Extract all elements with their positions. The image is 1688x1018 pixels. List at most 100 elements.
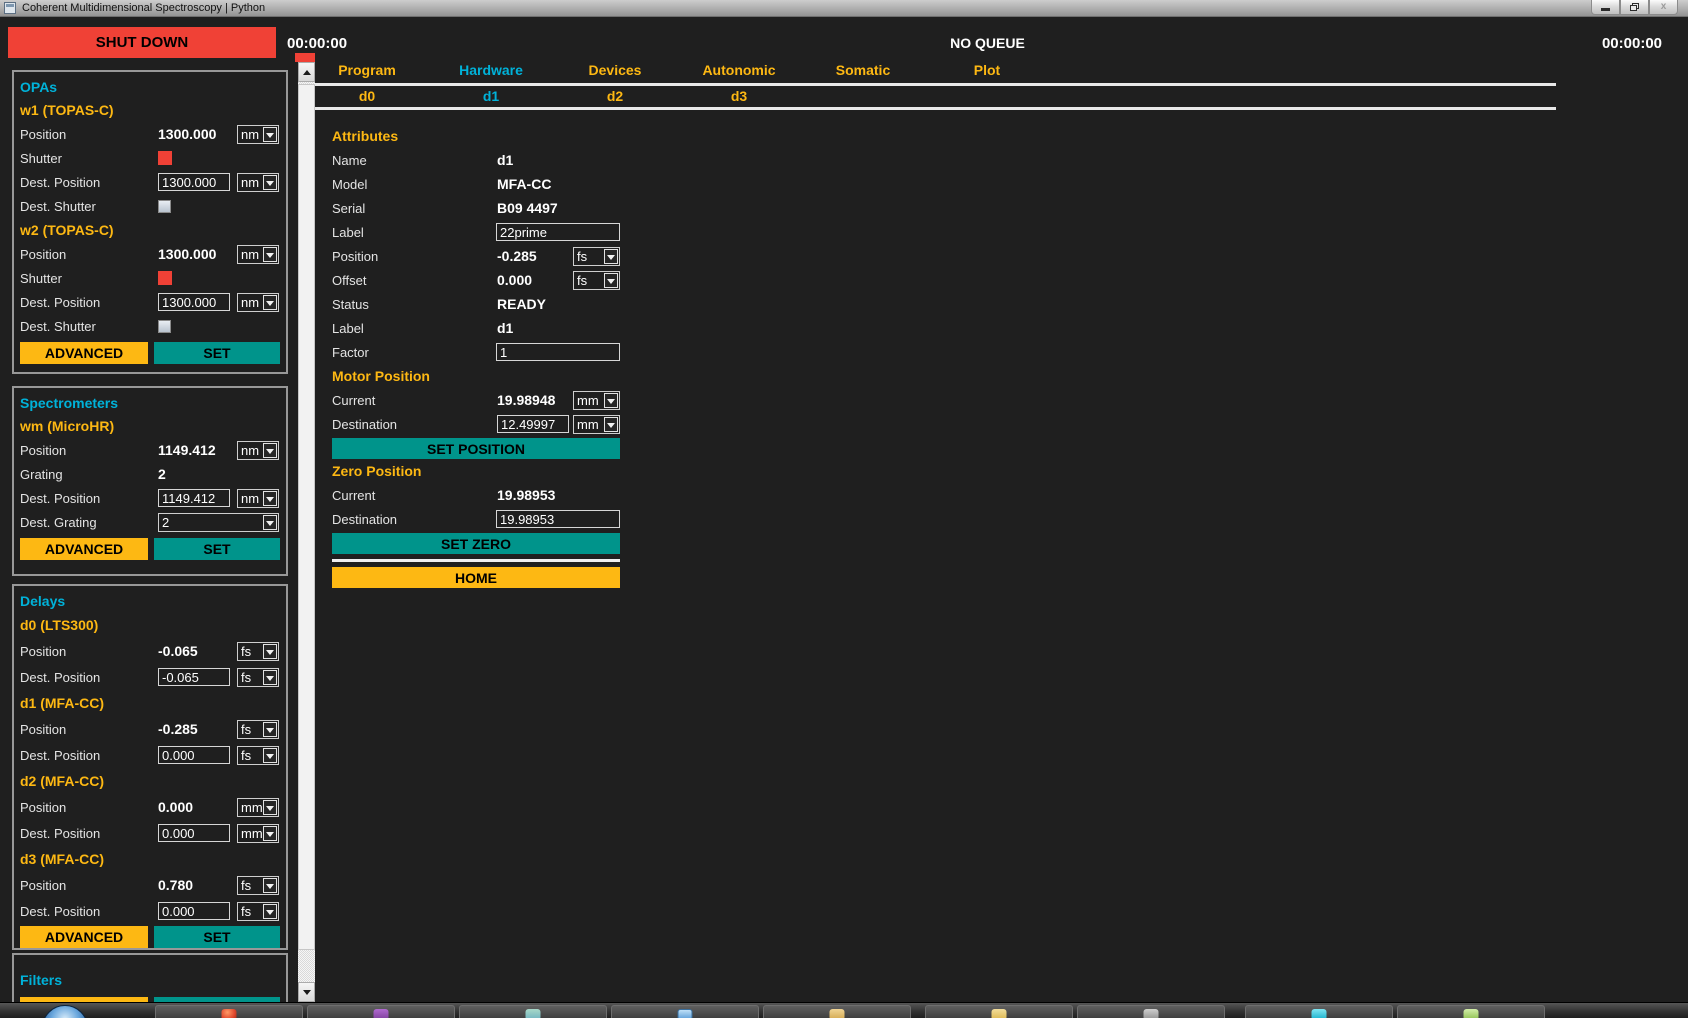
minimize-button[interactable] [1591,0,1620,15]
chevron-down-icon [263,295,277,310]
chevron-down-icon [263,443,277,458]
arrow-up-icon [303,70,311,75]
wm-dest-position-row: Dest. Position nm [20,486,280,510]
tab-d2[interactable]: d2 [553,88,677,107]
taskbar-app-gray[interactable] [1077,1005,1225,1018]
taskbar-app-green[interactable] [1397,1005,1545,1018]
d3-unit-dropdown[interactable]: fs [237,876,279,895]
taskbar-app-yellow[interactable] [925,1005,1073,1018]
tab-hardware[interactable]: Hardware [429,62,553,81]
taskbar-app-cyan[interactable] [1245,1005,1393,1018]
wm-dest-position-input[interactable] [158,489,230,507]
d0-position-row: Position -0.065 fs [20,638,280,664]
w2-dest-position-input[interactable] [158,293,230,311]
d3-dest-unit-dropdown[interactable]: fs [237,902,279,921]
w2-unit-dropdown[interactable]: nm [237,245,279,264]
window-titlebar[interactable]: Coherent Multidimensional Spectroscopy |… [0,0,1688,17]
motor-current-row: Current 19.98948 mm [332,388,620,412]
d3-dest-position-input[interactable] [158,902,230,920]
position-unit-dropdown[interactable]: fs [573,247,620,266]
d0-dest-position-input[interactable] [158,668,230,686]
spectrometers-panel: Spectrometers wm (MicroHR) Position 1149… [12,386,288,576]
scroll-up-button[interactable] [298,62,315,82]
home-button[interactable]: HOME [332,567,620,588]
scroll-down-button[interactable] [298,982,315,1002]
d0-dest-unit-dropdown[interactable]: fs [237,668,279,687]
d0-position-value: -0.065 [158,643,198,659]
d3-position-row: Position 0.780 fs [20,872,280,898]
spectrometers-advanced-button[interactable]: ADVANCED [20,538,148,560]
offset-row: Offset 0.000 fs [332,268,620,292]
wm-dest-unit-dropdown[interactable]: nm [237,489,279,508]
d2-position-row: Position 0.000 mm [20,794,280,820]
opas-set-button[interactable]: SET [154,342,280,364]
motor-position-title: Motor Position [332,364,620,388]
d1-dest-position-input[interactable] [158,746,230,764]
taskbar-folder[interactable] [763,1005,911,1018]
chevron-down-icon [604,417,618,432]
d0-unit-dropdown[interactable]: fs [237,642,279,661]
wm-dest-grating-dropdown[interactable]: 2 [158,513,279,532]
spectrometers-set-button[interactable]: SET [154,538,280,560]
w1-unit-dropdown[interactable]: nm [237,125,279,144]
tab-d0[interactable]: d0 [305,88,429,107]
motor-destination-input[interactable] [497,415,569,433]
tab-d1[interactable]: d1 [429,88,553,107]
d2-unit-dropdown[interactable]: mm [237,798,279,817]
wm-unit-dropdown[interactable]: nm [237,441,279,460]
tab-plot[interactable]: Plot [925,62,1049,81]
motor-current-unit-dropdown[interactable]: mm [573,391,620,410]
delays-advanced-button[interactable]: ADVANCED [20,926,148,948]
chevron-down-icon [263,878,277,893]
label-input[interactable] [496,223,620,241]
tab-somatic[interactable]: Somatic [801,62,925,81]
app-window: SHUT DOWN 00:00:00 NO QUEUE 00:00:00 Pro… [0,17,1688,1002]
app-red-icon [222,1009,237,1018]
restore-button[interactable] [1620,0,1649,15]
wm-dest-grating-row: Dest. Grating 2 [20,510,280,534]
w1-dest-shutter-checkbox[interactable] [158,200,171,213]
chevron-down-icon [263,826,277,841]
motor-destination-unit-dropdown[interactable]: mm [573,415,620,434]
opas-panel: OPAs w1 (TOPAS-C) Position 1300.000 nm S… [12,70,288,374]
d1-position-value: -0.285 [158,721,198,737]
taskbar-app-teal[interactable] [459,1005,607,1018]
d1-unit-dropdown[interactable]: fs [237,720,279,739]
app-blue-icon [678,1009,693,1018]
set-position-button[interactable]: SET POSITION [332,438,620,459]
taskbar-app-purple[interactable] [307,1005,455,1018]
chevron-down-icon [263,175,277,190]
delays-set-button[interactable]: SET [154,926,280,948]
factor-input[interactable] [496,343,620,361]
chevron-down-icon [263,904,277,919]
close-button: x [1649,0,1678,15]
d2-dest-position-input[interactable] [158,824,230,842]
tab-d3[interactable]: d3 [677,88,801,107]
opas-advanced-button[interactable]: ADVANCED [20,342,148,364]
section-divider [332,559,620,562]
taskbar-app-red[interactable] [155,1005,303,1018]
offset-unit-dropdown[interactable]: fs [573,271,620,290]
start-orb[interactable] [42,1005,88,1018]
opas-title: OPAs [20,76,280,98]
model-value: MFA-CC [497,176,551,192]
chevron-down-icon [263,247,277,262]
shut-down-button[interactable]: SHUT DOWN [8,27,276,58]
d1-dest-unit-dropdown[interactable]: fs [237,746,279,765]
w2-dest-unit-dropdown[interactable]: nm [237,293,279,312]
label-input-row: Label [332,220,620,244]
w1-dest-position-input[interactable] [158,173,230,191]
sidebar-scrollbar[interactable] [298,62,315,1002]
device-tab-underline [313,107,1556,110]
scrollbar-thumb[interactable] [298,84,315,950]
set-zero-button[interactable]: SET ZERO [332,533,620,554]
d2-dest-unit-dropdown[interactable]: mm [237,824,279,843]
tab-devices[interactable]: Devices [553,62,677,81]
w2-dest-shutter-checkbox[interactable] [158,320,171,333]
taskbar-app-blue[interactable] [611,1005,759,1018]
chevron-down-icon [604,273,618,288]
tab-autonomic[interactable]: Autonomic [677,62,801,81]
tab-program[interactable]: Program [305,62,429,81]
zero-destination-input[interactable] [496,510,620,528]
w1-dest-unit-dropdown[interactable]: nm [237,173,279,192]
